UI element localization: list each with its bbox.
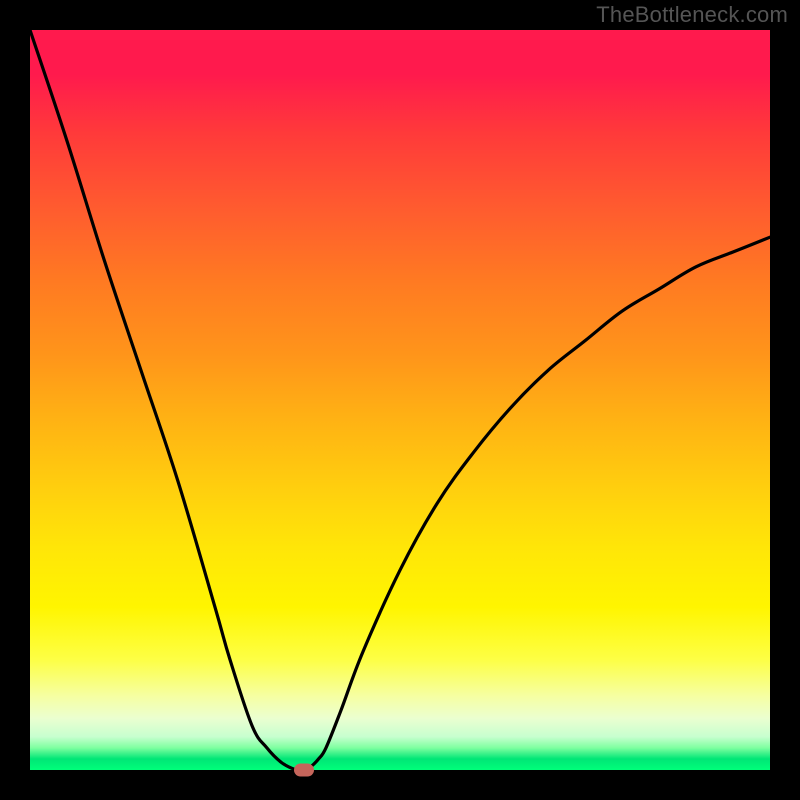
optimal-point-marker — [294, 764, 314, 777]
curve-svg — [30, 30, 770, 770]
chart-container: TheBottleneck.com — [0, 0, 800, 800]
plot-area — [30, 30, 770, 770]
watermark-text: TheBottleneck.com — [596, 2, 788, 28]
bottleneck-curve — [30, 30, 770, 770]
